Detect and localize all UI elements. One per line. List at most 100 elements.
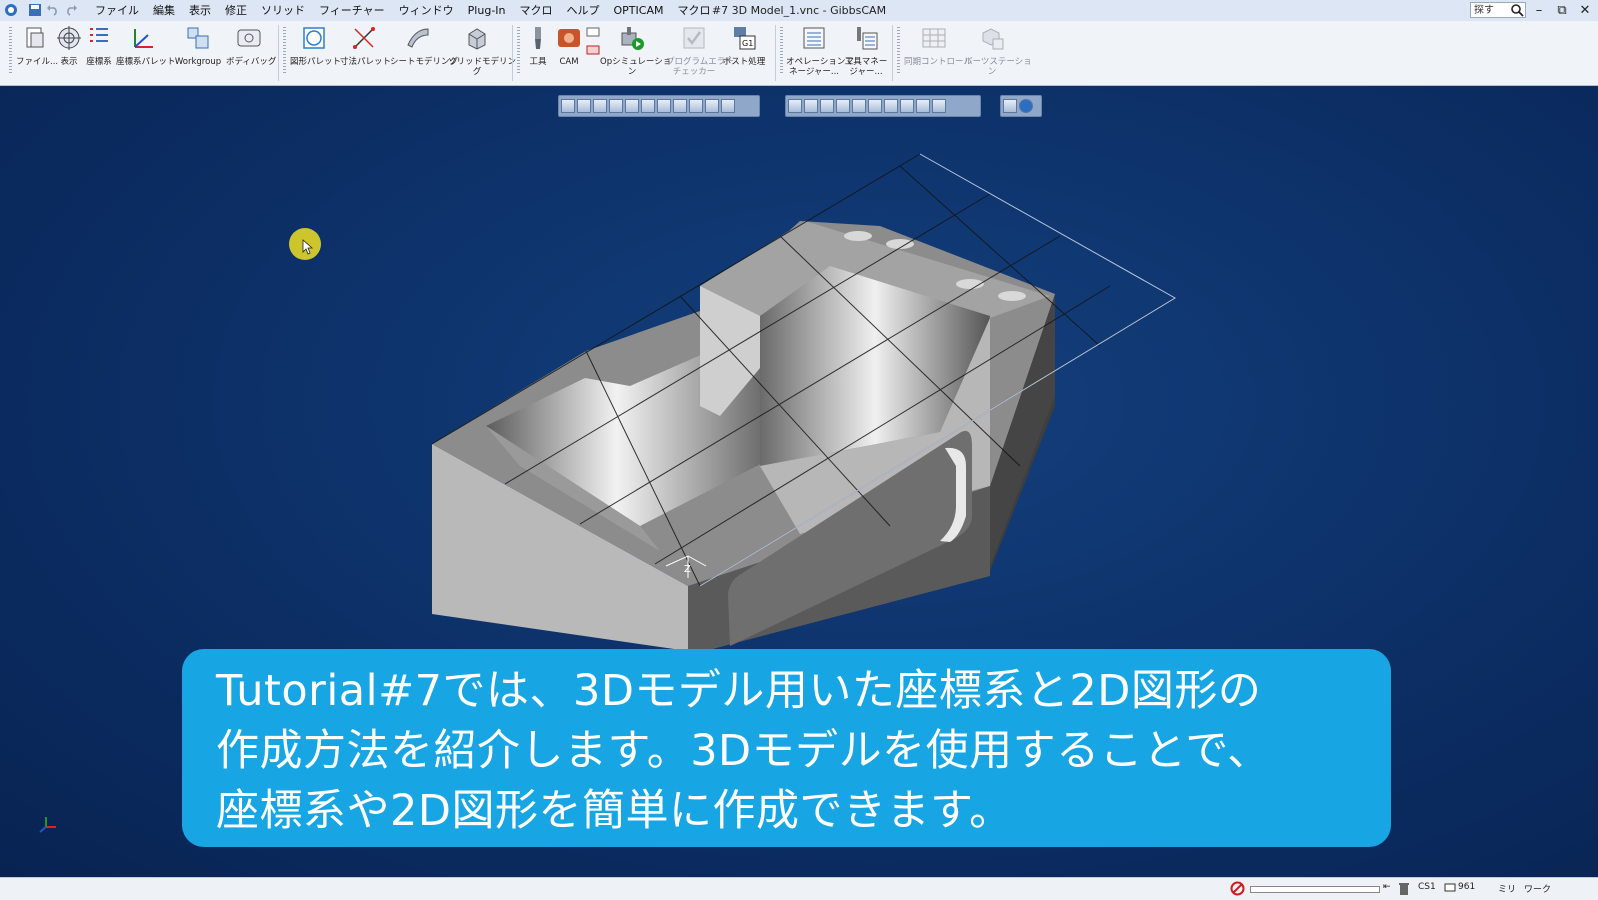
svg-text:G1: G1 bbox=[742, 39, 753, 48]
coord-palette-button[interactable]: 座標系パレット bbox=[116, 25, 176, 67]
display-label: 表示 bbox=[60, 57, 78, 67]
coord-list-icon bbox=[90, 28, 108, 42]
close-icon[interactable]: ✕ bbox=[1574, 0, 1596, 21]
sync-control-button[interactable]: 同期コントロール bbox=[904, 25, 972, 67]
axis-icon bbox=[134, 29, 153, 48]
tool-mgr-label-1: 工具マネー bbox=[844, 57, 888, 67]
caption-line-2: 作成方法を紹介します。3Dモデルを使用することで、 bbox=[216, 726, 1271, 776]
body-bag-button[interactable]: ボディバッグ bbox=[226, 25, 276, 67]
coord-system-indicator: CS1 bbox=[1418, 882, 1436, 892]
display-icon bbox=[57, 26, 81, 50]
operation-list-icon bbox=[803, 27, 825, 49]
menu-edit[interactable]: 編集 bbox=[146, 0, 182, 21]
menu-window[interactable]: ウィンドウ bbox=[392, 0, 461, 21]
coord-label: 座標系 bbox=[86, 57, 112, 67]
save-icon[interactable] bbox=[28, 3, 42, 17]
cam-button[interactable]: CAM bbox=[554, 25, 584, 67]
shape-palette-button[interactable]: 図形パレット bbox=[290, 25, 342, 67]
solid-modeling-label-2: グ bbox=[472, 67, 482, 77]
tool-manager-button[interactable]: 工具マネー ジャー... bbox=[844, 25, 888, 77]
op-sim-label-1: Opシミュレーショ bbox=[600, 57, 672, 67]
redo-icon[interactable] bbox=[64, 3, 78, 17]
work-indicator: ワーク bbox=[1524, 885, 1552, 895]
shape-palette-icon bbox=[303, 27, 325, 49]
dim-palette-button[interactable]: 寸法パレット bbox=[340, 25, 392, 67]
error-icon[interactable] bbox=[586, 45, 600, 57]
file-label: ファイル... bbox=[16, 57, 59, 67]
search-icon[interactable] bbox=[1510, 3, 1524, 17]
menu-solid[interactable]: ソリッド bbox=[254, 0, 312, 21]
menu-macro[interactable]: マクロ bbox=[513, 0, 560, 21]
cam-label: CAM bbox=[559, 57, 579, 67]
menu-bar: ファイル 編集 表示 修正 ソリッド フィーチャー ウィンドウ Plug-In … bbox=[88, 0, 717, 21]
restore-icon[interactable]: ⧉ bbox=[1551, 0, 1573, 21]
menu-modify[interactable]: 修正 bbox=[218, 0, 254, 21]
sheet-modeling-label: シートモデリング bbox=[390, 57, 459, 67]
ribbon-separator bbox=[775, 25, 776, 81]
tool-label: 工具 bbox=[529, 57, 547, 67]
body-bag-icon bbox=[237, 29, 261, 47]
program-error-checker-button[interactable]: プログラムエラー チェッカー bbox=[666, 25, 734, 77]
operation-mgr-label-2: ネージャー... bbox=[788, 67, 839, 77]
menu-help[interactable]: ヘルプ bbox=[560, 0, 607, 21]
arrow-icon[interactable]: ⇤ bbox=[1383, 882, 1391, 892]
op-simulation-button[interactable]: Opシミュレーショ ン bbox=[600, 25, 672, 77]
workgroup-icon bbox=[187, 27, 209, 49]
sheet-icon bbox=[407, 28, 429, 48]
operation-manager-button[interactable]: オペレーションマ ネージャー... bbox=[786, 25, 854, 77]
trash-icon[interactable] bbox=[1398, 881, 1410, 896]
toolbar-grip[interactable] bbox=[517, 27, 520, 75]
dimension-icon bbox=[353, 27, 375, 49]
display-button[interactable]: 表示 bbox=[54, 25, 84, 67]
toolbar-grip[interactable] bbox=[283, 27, 286, 75]
status-bar: ⇤ CS1 961 ミリ ワーク bbox=[0, 877, 1598, 900]
toolbar-grip[interactable] bbox=[897, 27, 900, 75]
post-processing-button[interactable]: G1 ポスト処理 bbox=[722, 25, 766, 67]
count-indicator: 961 bbox=[1458, 882, 1476, 892]
op-sim-label-2: ン bbox=[627, 67, 637, 77]
toolbar-grip[interactable] bbox=[780, 27, 783, 75]
caption-line-3: 座標系や2D図形を簡単に作成できます。 bbox=[216, 786, 1013, 836]
menu-file[interactable]: ファイル bbox=[88, 0, 146, 21]
part-station-button[interactable]: パーツステーショ ン bbox=[964, 25, 1032, 77]
tool-manager-icon bbox=[857, 27, 878, 50]
undo-icon[interactable] bbox=[46, 3, 60, 17]
coord-button[interactable]: 座標系 bbox=[84, 25, 114, 67]
mouse-pointer-icon bbox=[302, 239, 314, 255]
dim-palette-label: 寸法パレット bbox=[340, 57, 392, 67]
menu-feature[interactable]: フィーチャー bbox=[312, 0, 392, 21]
ribbon-toolbar: ファイル... 表示 座標系 座標系パレット Workgroup ボディバッグ … bbox=[0, 21, 1598, 86]
progress-bar bbox=[1250, 886, 1380, 893]
tool-button[interactable]: 工具 bbox=[524, 25, 552, 67]
solid-modeling-button[interactable]: ソリッドモデリン グ bbox=[448, 25, 517, 77]
menu-plugin[interactable]: Plug-In bbox=[461, 0, 513, 21]
stop-icon[interactable] bbox=[1230, 881, 1245, 896]
menu-view[interactable]: 表示 bbox=[182, 0, 218, 21]
ribbon-separator bbox=[512, 25, 513, 81]
simulation-icon bbox=[621, 27, 644, 50]
part-station-icon bbox=[982, 28, 1004, 50]
app-logo-icon[interactable] bbox=[4, 3, 18, 17]
menu-opticam[interactable]: OPTICAM bbox=[607, 0, 671, 21]
post-g1-icon: G1 bbox=[734, 27, 756, 50]
workgroup-button[interactable]: Workgroup bbox=[172, 25, 224, 67]
part-station-label-2: ン bbox=[987, 67, 997, 77]
coord-palette-label: 座標系パレット bbox=[116, 57, 176, 67]
ribbon-separator bbox=[278, 25, 279, 81]
program-error-label-1: プログラムエラー bbox=[666, 57, 734, 67]
minimize-icon[interactable]: – bbox=[1528, 0, 1550, 21]
toolbar-grip[interactable] bbox=[9, 27, 12, 75]
axis-z-label: Z bbox=[684, 564, 691, 575]
ribbon-separator bbox=[892, 25, 893, 81]
menu-macro-2[interactable]: マクロ bbox=[670, 0, 717, 21]
caption-line-1: Tutorial#7では、3Dモデル用いた座標系と2D図形の bbox=[216, 666, 1262, 716]
title-bar: ファイル 編集 表示 修正 ソリッド フィーチャー ウィンドウ Plug-In … bbox=[0, 0, 1598, 22]
shape-palette-label: 図形パレット bbox=[290, 57, 342, 67]
unit-indicator: ミリ bbox=[1498, 885, 1517, 895]
file-icon bbox=[26, 27, 44, 48]
file-button[interactable]: ファイル... bbox=[16, 25, 59, 67]
tool-icon bbox=[535, 27, 541, 49]
sheet-modeling-button[interactable]: シートモデリング bbox=[390, 25, 459, 67]
solid-modeling-label-1: ソリッドモデリン bbox=[448, 57, 517, 67]
message-icon[interactable] bbox=[586, 27, 600, 39]
